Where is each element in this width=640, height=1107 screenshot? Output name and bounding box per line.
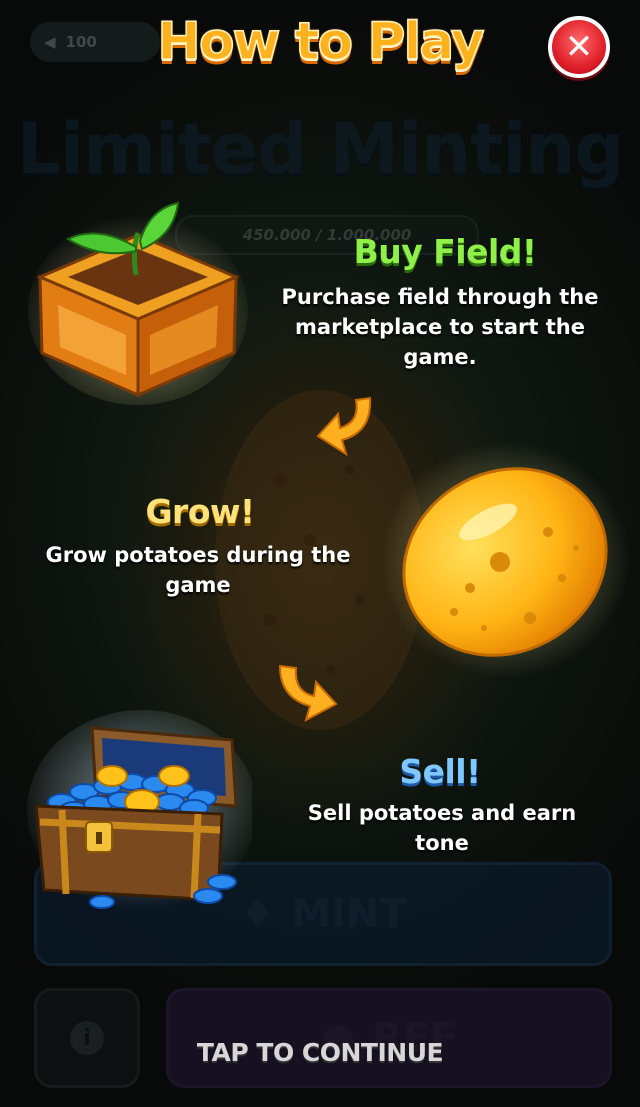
tap-to-continue-button[interactable]: TAP TO CONTINUE xyxy=(0,1038,640,1067)
step-buy-field-description: Purchase field through the marketplace t… xyxy=(281,285,599,369)
close-button[interactable]: ✕ xyxy=(548,16,610,78)
field-crate-icon xyxy=(28,201,248,405)
background-title: Limited Minting xyxy=(16,108,625,190)
page-title: How to Play xyxy=(157,11,486,73)
step-buy-field-title: Buy Field! xyxy=(353,232,537,271)
step-grow-description: Grow potatoes during the game xyxy=(45,543,351,597)
potato-icon xyxy=(380,442,630,678)
treasure-chest-icon xyxy=(27,710,252,910)
mint-label: MINT xyxy=(291,891,407,937)
step-grow-title: Grow! xyxy=(145,492,255,531)
arrow-icon xyxy=(316,396,372,457)
step-sell-title: Sell! xyxy=(399,752,481,791)
step-sell-description: Sell potatoes and earn tone xyxy=(307,801,577,855)
close-icon: ✕ xyxy=(564,27,594,67)
arrow-icon xyxy=(278,664,338,722)
